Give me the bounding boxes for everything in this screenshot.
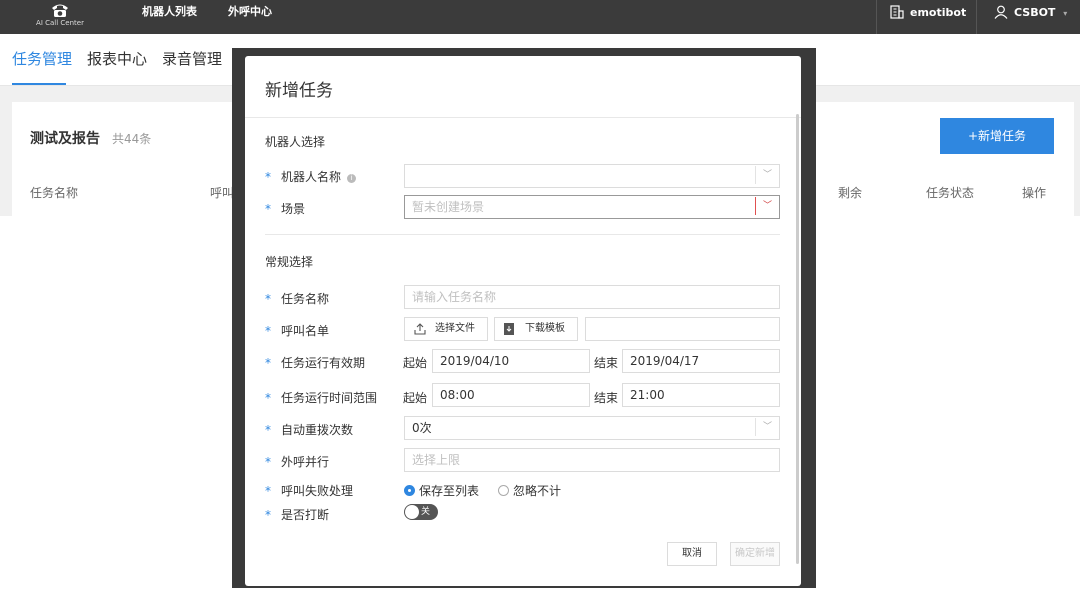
validity-start-date[interactable]: 2019/04/10 [432,349,590,373]
user-menu[interactable]: CSBOT ▾ [994,0,1067,34]
upload-icon [414,323,426,335]
robot-name-label: * 机器人名称 i [265,168,357,185]
time-start-prefix: 起始 [403,391,428,405]
dialog-divider [245,117,801,118]
task-name-label: * 任务名称 [265,292,330,306]
scene-select[interactable]: 暂未创建场景 [404,195,780,219]
nav-robot-list[interactable]: 机器人列表 [142,0,197,34]
time-range-label: * 任务运行时间范围 [265,391,378,405]
robot-name-select[interactable] [404,164,780,188]
task-name-input[interactable]: 请输入任务名称 [404,285,780,309]
column-header-call: 呼叫 [210,186,235,200]
download-icon [504,323,514,335]
confirm-add-button[interactable]: 确定新增 [730,542,780,566]
column-header-task-status: 任务状态 [926,186,975,200]
nav-outbound-center[interactable]: 外呼中心 [228,0,272,34]
choose-file-button[interactable]: 选择文件 [404,317,488,341]
time-start-input[interactable]: 08:00 [432,383,590,407]
user-name: CSBOT [1014,6,1056,19]
section-divider [265,234,780,235]
telephone-icon [52,4,68,17]
chevron-down-icon[interactable]: ﹀ [755,418,779,436]
panel-title: 测试及报告 [30,131,100,147]
section-robot-selection: 机器人选择 [265,135,326,149]
concurrency-label: * 外呼并行 [265,455,330,469]
interrupt-toggle[interactable]: 关 [404,504,438,520]
dialog-title: 新增任务 [265,81,333,101]
redial-select[interactable]: 0次 [404,416,780,440]
time-end-input[interactable]: 21:00 [622,383,780,407]
top-bar: AI Call Center 机器人列表 外呼中心 emotibot CSBOT… [0,0,1080,34]
radio-ignore[interactable]: 忽略不计 [498,482,561,499]
radio-checked-icon [404,485,415,496]
toggle-knob [405,505,419,519]
fail-handling-label: * 呼叫失败处理 [265,484,354,498]
top-divider [876,0,877,34]
app-logo[interactable]: AI Call Center [28,0,92,34]
add-task-button[interactable]: +新增任务 [940,118,1054,154]
dialog-scrollbar[interactable] [796,114,799,564]
info-icon[interactable]: i [347,174,357,183]
chevron-down-icon[interactable]: ﹀ [755,197,779,215]
chevron-down-icon[interactable]: ﹀ [755,166,779,184]
time-end-prefix: 结束 [594,391,619,405]
tab-task-management[interactable]: 任务管理 [12,48,72,69]
redial-label: * 自动重拨次数 [265,423,354,437]
building-icon [890,5,904,19]
active-tab-indicator [12,83,66,85]
panel-count: 共44条 [112,132,152,146]
column-header-actions: 操作 [1022,186,1047,200]
interrupt-label: * 是否打断 [265,508,330,522]
toggle-label: 关 [421,507,431,517]
radio-unchecked-icon [498,485,509,496]
download-template-button[interactable]: 下载模板 [494,317,578,341]
section-general: 常规选择 [265,255,314,269]
column-header-remaining: 剩余 [838,186,863,200]
validity-label: * 任务运行有效期 [265,356,366,370]
scene-label: * 场景 [265,202,306,216]
call-list-file-field[interactable] [585,317,780,341]
top-divider [976,0,977,34]
tab-recording-management[interactable]: 录音管理 [162,48,222,69]
concurrency-input[interactable]: 选择上限 [404,448,780,472]
cancel-button[interactable]: 取消 [667,542,717,566]
logo-text: AI Call Center [36,19,84,27]
column-header-task-name: 任务名称 [30,186,79,200]
org-name: emotibot [910,6,967,19]
radio-save-to-list[interactable]: 保存至列表 [404,482,479,499]
validity-end-prefix: 结束 [594,356,619,370]
tab-report-center[interactable]: 报表中心 [87,48,147,69]
user-icon [994,5,1008,19]
new-task-dialog: 新增任务 机器人选择 * 机器人名称 i ﹀ * 场景 暂未创建场景 ﹀ 常规选择 *… [245,56,801,586]
org-switcher[interactable]: emotibot [890,0,966,34]
validity-end-date[interactable]: 2019/04/17 [622,349,780,373]
validity-start-prefix: 起始 [403,356,428,370]
chevron-down-icon: ▾ [1063,9,1068,18]
call-list-label: * 呼叫名单 [265,324,330,338]
